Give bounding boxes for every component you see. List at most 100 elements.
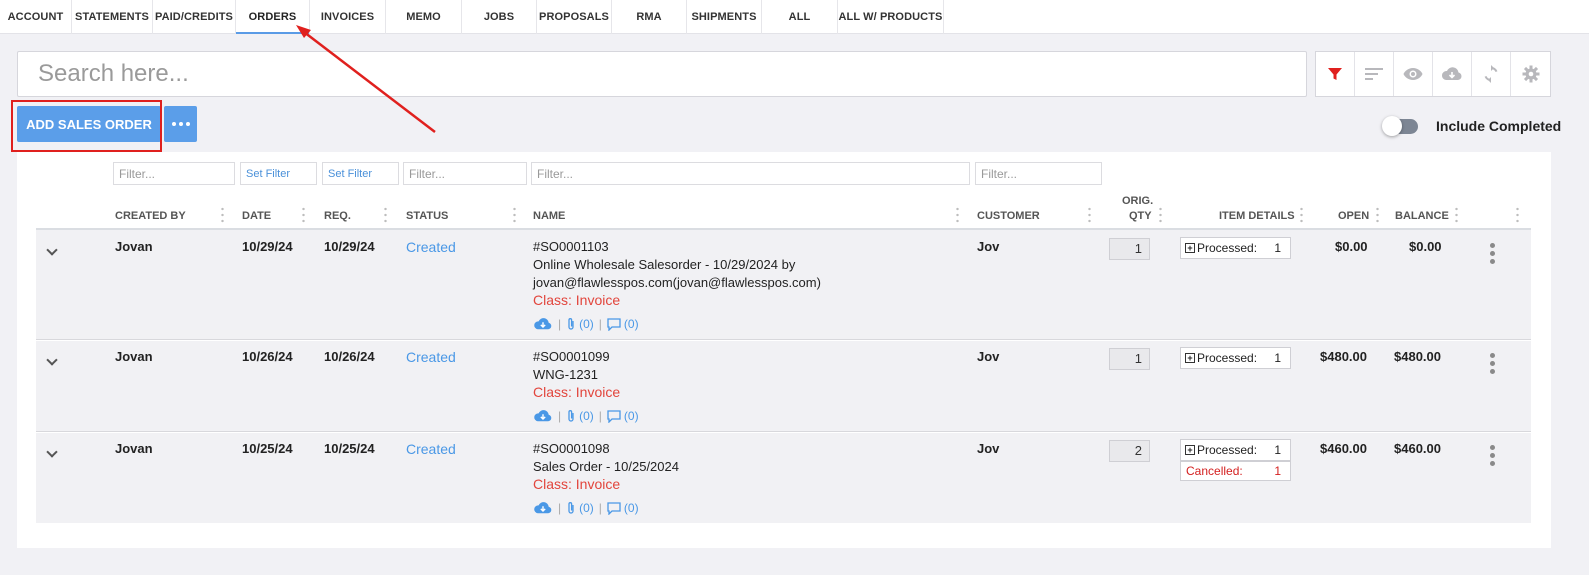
- expand-plus-icon[interactable]: +: [1185, 243, 1195, 253]
- comment-count[interactable]: (0): [624, 501, 639, 515]
- order-name-line: jovan@flawlesspos.com(jovan@flawlesspos.…: [533, 275, 821, 290]
- processed-detail[interactable]: + Processed: 1: [1180, 237, 1291, 259]
- orig-qty-field: 1: [1109, 348, 1150, 370]
- cancelled-label: Cancelled:: [1186, 464, 1243, 478]
- table-row[interactable]: Jovan 10/29/24 10/29/24 Created #SO00011…: [36, 230, 1531, 340]
- customer-cell: Jov: [977, 441, 1000, 456]
- cancelled-count: 1: [1274, 464, 1281, 478]
- comment-count[interactable]: (0): [624, 317, 639, 331]
- table-row[interactable]: Jovan 10/25/24 10/25/24 Created #SO00010…: [36, 433, 1531, 523]
- attachment-count[interactable]: (0): [579, 501, 594, 515]
- req-cell: 10/29/24: [324, 239, 375, 254]
- cloud-download-icon[interactable]: [533, 409, 553, 423]
- cancelled-detail: Cancelled: 1: [1180, 461, 1291, 481]
- column-resize-handle[interactable]: [1159, 206, 1162, 224]
- processed-detail[interactable]: + Processed: 1: [1180, 439, 1291, 461]
- processed-label: Processed:: [1197, 351, 1258, 365]
- column-header-date[interactable]: DATE: [242, 210, 271, 222]
- column-header-qty[interactable]: QTY: [1129, 210, 1152, 222]
- processed-count: 1: [1274, 241, 1281, 255]
- created-by-cell: Jovan: [115, 239, 153, 254]
- expand-chevron-icon[interactable]: [46, 446, 58, 458]
- attachment-count[interactable]: (0): [579, 409, 594, 423]
- column-header-customer[interactable]: CUSTOMER: [977, 210, 1040, 222]
- processed-label: Processed:: [1197, 443, 1258, 457]
- column-resize-handle[interactable]: [1088, 206, 1091, 224]
- comment-count[interactable]: (0): [624, 409, 639, 423]
- column-resize-handle[interactable]: [302, 206, 305, 224]
- status-link[interactable]: Created: [406, 441, 456, 457]
- order-class: Class: Invoice: [533, 384, 621, 400]
- table-row[interactable]: Jovan 10/26/24 10/26/24 Created #SO00010…: [36, 341, 1531, 432]
- customer-filter[interactable]: Filter...: [975, 162, 1102, 185]
- column-header-req[interactable]: REQ.: [324, 210, 351, 222]
- include-completed-toggle[interactable]: [1382, 116, 1418, 136]
- order-number[interactable]: #SO0001098: [533, 441, 610, 456]
- balance-amount: $0.00: [1409, 239, 1442, 254]
- req-cell: 10/25/24: [324, 441, 375, 456]
- column-resize-handle[interactable]: [1300, 206, 1303, 224]
- order-name-line: Sales Order - 10/25/2024: [533, 459, 679, 474]
- name-filter[interactable]: Filter...: [531, 162, 970, 185]
- column-header-orig[interactable]: ORIG.: [1122, 195, 1153, 207]
- customer-cell: Jov: [977, 349, 1000, 364]
- column-header-balance[interactable]: BALANCE: [1395, 210, 1449, 222]
- column-header-status[interactable]: STATUS: [406, 210, 448, 222]
- row-actions: | (0) | (0): [533, 409, 639, 423]
- comment-icon[interactable]: [607, 317, 621, 331]
- column-resize-handle[interactable]: [221, 206, 224, 224]
- column-resize-handle[interactable]: [384, 206, 387, 224]
- column-header-created-by[interactable]: CREATED BY: [115, 210, 186, 222]
- row-menu-icon[interactable]: [1490, 243, 1495, 264]
- date-cell: 10/29/24: [242, 239, 293, 254]
- date-cell: 10/25/24: [242, 441, 293, 456]
- row-actions: | (0) | (0): [533, 501, 639, 515]
- paperclip-icon[interactable]: [566, 409, 576, 423]
- order-number[interactable]: #SO0001103: [533, 239, 609, 254]
- processed-label: Processed:: [1197, 241, 1258, 255]
- column-header-name[interactable]: NAME: [533, 210, 565, 222]
- order-class: Class: Invoice: [533, 292, 621, 308]
- status-link[interactable]: Created: [406, 349, 456, 365]
- row-actions: | (0) | (0): [533, 317, 639, 331]
- column-resize-handle[interactable]: [1516, 206, 1519, 224]
- cloud-download-icon[interactable]: [533, 501, 553, 515]
- toggle-knob: [1382, 116, 1402, 136]
- order-name-line: Online Wholesale Salesorder - 10/29/2024…: [533, 257, 796, 272]
- created-by-cell: Jovan: [115, 349, 153, 364]
- paperclip-icon[interactable]: [566, 501, 576, 515]
- status-link[interactable]: Created: [406, 239, 456, 255]
- processed-count: 1: [1274, 351, 1281, 365]
- status-filter[interactable]: Filter...: [403, 162, 527, 185]
- column-resize-handle[interactable]: [513, 206, 516, 224]
- created-by-cell: Jovan: [115, 441, 153, 456]
- comment-icon[interactable]: [607, 409, 621, 423]
- processed-detail[interactable]: + Processed: 1: [1180, 347, 1291, 369]
- column-header-open[interactable]: OPEN: [1338, 210, 1369, 222]
- column-resize-handle[interactable]: [1455, 206, 1458, 224]
- req-cell: 10/26/24: [324, 349, 375, 364]
- req-set-filter[interactable]: Set Filter: [322, 162, 399, 185]
- comment-icon[interactable]: [607, 501, 621, 515]
- expand-chevron-icon[interactable]: [46, 354, 58, 366]
- row-menu-icon[interactable]: [1490, 353, 1495, 374]
- row-menu-icon[interactable]: [1490, 445, 1495, 466]
- order-name-line: WNG-1231: [533, 367, 599, 382]
- column-header-item-details[interactable]: ITEM DETAILS: [1219, 210, 1295, 222]
- expand-plus-icon[interactable]: +: [1185, 353, 1195, 363]
- paperclip-icon[interactable]: [566, 317, 576, 331]
- expand-chevron-icon[interactable]: [46, 244, 58, 256]
- orig-qty-field: 2: [1109, 440, 1150, 462]
- created-by-filter[interactable]: Filter...: [113, 162, 235, 185]
- column-resize-handle[interactable]: [1376, 206, 1379, 224]
- expand-plus-icon[interactable]: +: [1185, 445, 1195, 455]
- open-amount: $460.00: [1320, 441, 1367, 456]
- processed-count: 1: [1274, 443, 1281, 457]
- cloud-download-icon[interactable]: [533, 317, 553, 331]
- column-resize-handle[interactable]: [956, 206, 959, 224]
- order-class: Class: Invoice: [533, 476, 621, 492]
- order-number[interactable]: #SO0001099: [533, 349, 610, 364]
- date-set-filter[interactable]: Set Filter: [240, 162, 317, 185]
- balance-amount: $460.00: [1394, 441, 1441, 456]
- attachment-count[interactable]: (0): [579, 317, 594, 331]
